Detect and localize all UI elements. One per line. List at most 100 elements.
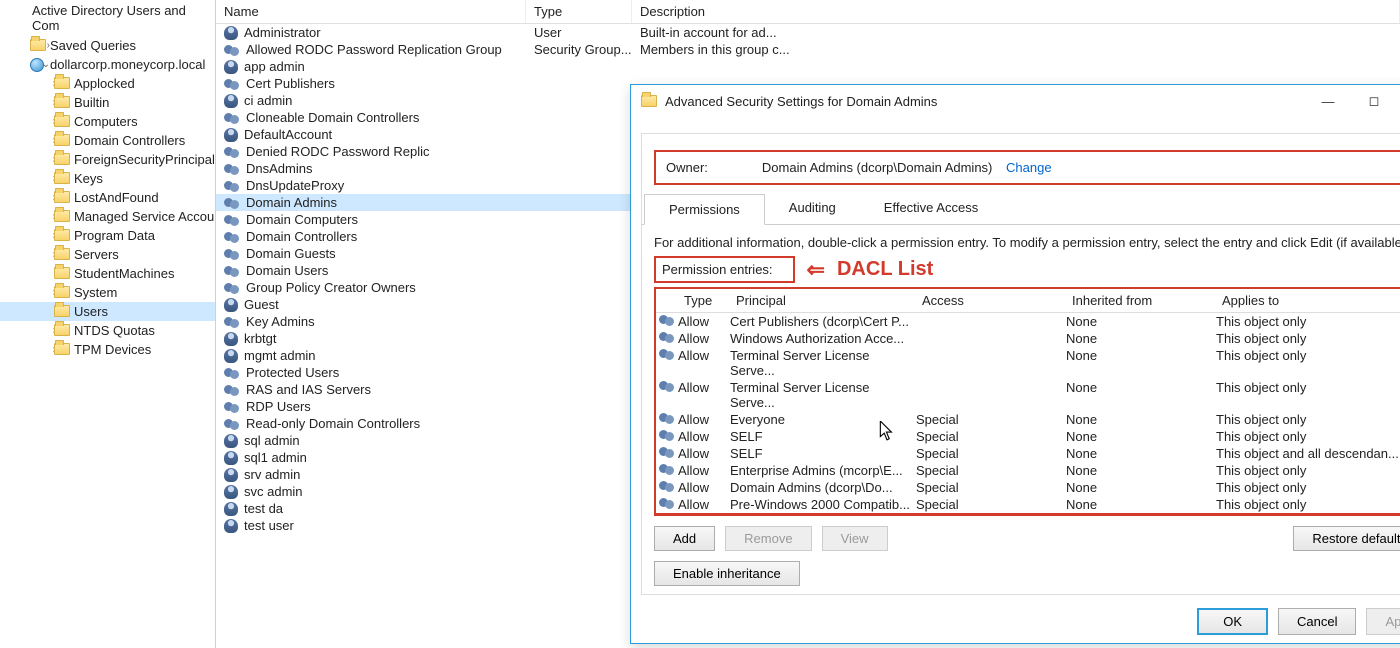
tree-item-foreignsecurityprincipals[interactable]: › ForeignSecurityPrincipals [0,150,215,169]
expand-caret-icon[interactable]: › [26,287,56,298]
row-name: sql admin [244,433,300,448]
principal-icon [659,348,675,360]
folder-icon [54,171,70,187]
col-applies[interactable]: Applies to [1216,289,1400,312]
user-icon [224,128,238,142]
tree-item-builtin[interactable]: › Builtin [0,93,215,112]
annotation-arrow-icon: ⇐ [807,257,825,283]
col-type[interactable]: Type [678,289,730,312]
window-maximize-button[interactable]: ◻ [1351,87,1397,115]
change-owner-link[interactable]: Change [1006,160,1052,175]
tree-item-label: NTDS Quotas [74,323,155,338]
row-type [526,144,632,159]
entry-inherited: None [1066,412,1216,427]
tree-item-computers[interactable]: ›Computers [0,112,215,131]
apply-button[interactable]: Apply [1366,608,1400,635]
tree-item-keys[interactable]: ›Keys [0,169,215,188]
row-type [526,263,632,278]
permission-entry[interactable]: AllowEveryoneSpecialNoneThis object only [656,411,1400,428]
tree-item-label: LostAndFound [74,190,159,205]
col-principal[interactable]: Principal [730,289,916,312]
tab-permissions[interactable]: Permissions [644,194,765,225]
tree-item-ntds-quotas[interactable]: › NTDS Quotas [0,321,215,340]
group-icon [224,418,240,430]
permission-entry[interactable]: AllowDomain Admins (dcorp\Do...SpecialNo… [656,479,1400,496]
nav-tree[interactable]: Active Directory Users and Com ›Saved Qu… [0,0,216,648]
dialog-titlebar[interactable]: Advanced Security Settings for Domain Ad… [631,85,1400,117]
user-icon [224,502,238,516]
tree-root-label[interactable]: Active Directory Users and Com [0,2,215,36]
expand-caret-icon[interactable]: › [26,230,56,241]
row-desc: Members in this group c... [632,42,1400,57]
entry-principal: Enterprise Admins (mcorp\E... [730,463,916,478]
expand-caret-icon[interactable]: › [26,192,56,203]
row-name: mgmt admin [244,348,316,363]
expand-caret-icon[interactable]: › [26,249,56,260]
col-access[interactable]: Access [916,289,1066,312]
view-button[interactable]: View [822,526,888,551]
expand-caret-icon[interactable]: › [26,135,56,146]
globe-icon [30,57,46,73]
permission-entry[interactable]: AllowSELFSpecialNoneThis object only [656,428,1400,445]
tree-item-system[interactable]: ›System [0,283,215,302]
row-name: Protected Users [246,365,339,380]
tree-item-studentmachines[interactable]: StudentMachines [0,264,215,283]
restore-defaults-button[interactable]: Restore defaults [1293,526,1400,551]
remove-button[interactable]: Remove [725,526,811,551]
expand-caret-icon[interactable]: › [26,325,56,336]
tab-auditing[interactable]: Auditing [765,193,860,224]
tree-item-servers[interactable]: ›Servers [0,245,215,264]
folder-icon [54,209,70,225]
expand-caret-icon[interactable]: › [26,154,56,165]
permission-entry[interactable]: AllowEnterprise Admins (mcorp\E...Specia… [656,462,1400,479]
row-type: User [526,25,632,40]
row-type [526,297,632,312]
tree-item-label: ForeignSecurityPrincipals [74,152,216,167]
tree-item-managed-service-accoun[interactable]: ›Managed Service Accoun [0,207,215,226]
folder-icon [54,323,70,339]
tree-item-applocked[interactable]: ›Applocked [0,74,215,93]
security-tabs: Permissions Auditing Effective Access [642,193,1400,225]
permission-entry[interactable]: AllowTerminal Server License Serve...Non… [656,347,1400,379]
entry-applies: This object only [1216,429,1400,444]
add-button[interactable]: Add [654,526,715,551]
expand-caret-icon[interactable]: › [26,78,56,89]
group-icon [224,78,240,90]
expand-caret-icon[interactable]: › [26,97,56,108]
group-icon [224,384,240,396]
col-type-header[interactable]: Type [526,0,632,23]
expand-caret-icon[interactable]: › [26,116,56,127]
col-desc-header[interactable]: Description [632,0,1400,23]
list-row[interactable]: Allowed RODC Password Replication GroupS… [216,41,1400,58]
tree-item-domain-controllers[interactable]: ›Domain Controllers [0,131,215,150]
expand-caret-icon[interactable]: › [26,211,56,222]
entry-inherited: None [1066,348,1216,378]
tree-item-tpm-devices[interactable]: ›TPM Devices [0,340,215,359]
entry-access [916,380,1066,410]
ok-button[interactable]: OK [1197,608,1268,635]
list-row[interactable]: app admin [216,58,1400,75]
permission-entry[interactable]: AllowTerminal Server License Serve...Non… [656,379,1400,411]
tree-item-program-data[interactable]: › Program Data [0,226,215,245]
permission-grid[interactable]: Type Principal Access Inherited from App… [654,287,1400,516]
tree-item-users[interactable]: Users [0,302,215,321]
col-inherited[interactable]: Inherited from [1066,289,1216,312]
tree-item-dollarcorp-moneycorp-local[interactable]: ⌄dollarcorp.moneycorp.local [0,55,215,74]
col-name-header[interactable]: Name [216,0,526,23]
tree-item-saved-queries[interactable]: ›Saved Queries [0,36,215,55]
list-row[interactable]: AdministratorUserBuilt-in account for ad… [216,24,1400,41]
tree-item-label: Program Data [74,228,155,243]
tree-item-lostandfound[interactable]: › LostAndFound [0,188,215,207]
tree-item-label: Builtin [74,95,109,110]
expand-caret-icon[interactable]: › [26,344,56,355]
permission-entry[interactable]: AllowPre-Windows 2000 Compatib...Special… [656,496,1400,513]
permission-entry[interactable]: AllowCert Publishers (dcorp\Cert P...Non… [656,313,1400,330]
window-minimize-button[interactable]: — [1305,87,1351,115]
permission-entry[interactable]: AllowSELFSpecialNoneThis object and all … [656,445,1400,462]
cancel-button[interactable]: Cancel [1278,608,1356,635]
permission-entry[interactable]: AllowWindows Authorization Acce...NoneTh… [656,330,1400,347]
expand-caret-icon[interactable]: › [26,173,56,184]
enable-inheritance-button[interactable]: Enable inheritance [654,561,800,586]
tab-effective-access[interactable]: Effective Access [860,193,1002,224]
entry-type: Allow [678,380,730,410]
